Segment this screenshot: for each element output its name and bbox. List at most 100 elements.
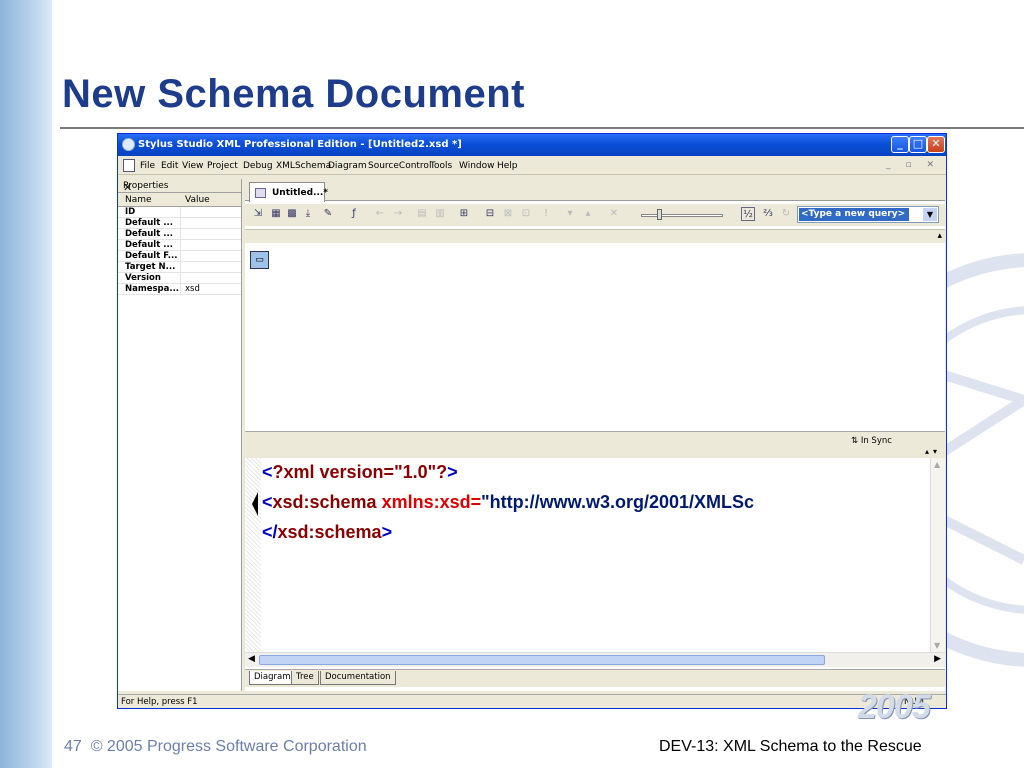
collapse-icon[interactable]: ⊠ [501, 207, 515, 221]
property-row[interactable]: Default F... [118, 251, 241, 262]
menu-diagram[interactable]: Diagram [328, 161, 367, 171]
slide-left-bar [0, 0, 52, 768]
scroll-left-icon[interactable]: ◀ [248, 654, 255, 664]
property-name: Version [125, 273, 161, 283]
property-name: Default ... [125, 240, 173, 250]
menu-file[interactable]: File [140, 161, 155, 171]
validate-icon[interactable]: ✎ [321, 207, 335, 221]
code-line-1[interactable]: <?xml version="1.0"?> [262, 462, 927, 483]
zoom-slider-knob[interactable] [657, 209, 662, 220]
minimize-button[interactable]: _ [891, 136, 909, 153]
mdi-controls[interactable]: _ ▫ ✕ [886, 160, 940, 170]
delete-icon[interactable]: ✕ [607, 207, 621, 221]
download-icon[interactable]: ⤓ [301, 207, 315, 221]
back-arrow-icon[interactable]: ← [373, 207, 387, 221]
tab-diagram[interactable]: Diagram [249, 671, 296, 685]
editor-margin [245, 458, 261, 652]
document-icon[interactable] [123, 159, 135, 172]
schema-root-node-icon[interactable]: ▭ [250, 251, 269, 269]
tab-tree[interactable]: Tree [291, 671, 319, 685]
forward-arrow-icon[interactable]: → [391, 207, 405, 221]
collapse-pane-icon[interactable]: ▴ [937, 231, 942, 241]
toolbar: ⇲ ▦ ▩ ⤓ ✎ ƒ ← → ▤ ▥ ⊞ ⊟ ⊠ ⊡ ! ▾ ▴ ✕ ½ ⅔ … [245, 204, 945, 226]
paste-icon[interactable]: ▥ [433, 207, 447, 221]
menu-sourcecontrol[interactable]: SourceControl [368, 161, 431, 171]
add-type-icon[interactable]: ▩ [285, 207, 299, 221]
property-name: Namespa... [125, 284, 180, 294]
pane-toggle-icon[interactable]: ▴▾ [925, 447, 941, 456]
chevron-down-icon[interactable]: ▼ [923, 208, 937, 221]
status-bar: For Help, press F1 NUM [118, 694, 946, 708]
property-row[interactable]: Namespa... xsd [118, 284, 241, 295]
refresh-icon[interactable]: ↻ [779, 207, 793, 221]
property-row[interactable]: Version [118, 273, 241, 284]
diagram-canvas[interactable]: ▭ [245, 243, 945, 429]
tab-documentation[interactable]: Documentation [320, 671, 396, 685]
property-name: Default ... [125, 218, 173, 228]
column-value[interactable]: Value [185, 195, 210, 205]
maximize-button[interactable]: □ [909, 136, 927, 153]
code-line-2[interactable]: <xsd:schema xmlns:xsd="http://www.w3.org… [262, 492, 927, 513]
exclaim-icon[interactable]: ! [539, 207, 553, 221]
menu-view[interactable]: View [182, 161, 203, 171]
vertical-scrollbar[interactable]: ▲ ▼ [930, 458, 945, 652]
function-icon[interactable]: ƒ [347, 207, 361, 221]
property-row[interactable]: Default ... [118, 240, 241, 251]
menu-debug[interactable]: Debug [243, 161, 273, 171]
code-token: xsd:schema [272, 492, 377, 512]
menu-help[interactable]: Help [497, 161, 518, 171]
property-row[interactable]: ID [118, 207, 241, 218]
property-row[interactable]: Default ... [118, 229, 241, 240]
column-name[interactable]: Name [125, 195, 152, 205]
page-number: 47 [64, 738, 82, 755]
code-token: </ [262, 522, 278, 542]
properties-header: Properties ✕ [118, 179, 241, 194]
property-value[interactable]: xsd [185, 284, 200, 294]
query-combobox[interactable]: <Type a new query> ▼ [797, 206, 939, 223]
expand-all-icon[interactable]: ⊟ [483, 207, 497, 221]
sync-status: ⇅ In Sync [851, 436, 892, 446]
editor-pane: Untitled...* ⇲ ▦ ▩ ⤓ ✎ ƒ ← → ▤ ▥ ⊞ ⊟ ⊠ ⊡… [245, 179, 945, 691]
property-row[interactable]: Default ... [118, 218, 241, 229]
diagram-header-bar: ▴ [245, 229, 945, 243]
window-titlebar[interactable]: Stylus Studio XML Professional Edition -… [118, 134, 946, 156]
menu-tools[interactable]: Tools [430, 161, 452, 171]
scroll-right-icon[interactable]: ▶ [934, 654, 941, 664]
code-token: "http://www.w3.org/2001/XMLSc [481, 492, 755, 512]
scrollbar-thumb[interactable] [259, 655, 825, 665]
zoom-slider[interactable] [641, 214, 723, 217]
copy-icon[interactable]: ▤ [415, 207, 429, 221]
code-line-3[interactable]: </xsd:schema> [262, 522, 927, 543]
add-node-icon[interactable]: ⇲ [251, 207, 265, 221]
group-icon[interactable]: ⊡ [519, 207, 533, 221]
menu-edit[interactable]: Edit [161, 161, 178, 171]
tab-untitled[interactable]: Untitled...* [249, 182, 328, 202]
tree-layout-icon[interactable]: ⊞ [457, 207, 471, 221]
horizontal-scrollbar[interactable]: ◀ ▶ [245, 652, 945, 667]
copyright: © 2005 Progress Software Corporation [90, 738, 367, 755]
code-token: > [447, 462, 458, 482]
menu-xmlschema[interactable]: XMLSchema [276, 161, 331, 171]
move-up-icon[interactable]: ▴ [581, 207, 595, 221]
menu-window[interactable]: Window [459, 161, 495, 171]
source-editor[interactable]: <?xml version="1.0"?> <xsd:schema xmlns:… [245, 458, 945, 667]
close-button[interactable]: ✕ [927, 136, 945, 153]
xpath-1-0-icon[interactable]: ½ [741, 207, 755, 221]
slide-footer-left: 47 © 2005 Progress Software Corporation [64, 738, 367, 756]
query-input[interactable]: <Type a new query> [799, 208, 909, 221]
view-tabs: Diagram Tree Documentation [245, 669, 945, 687]
session-title: DEV-13: XML Schema to the Rescue [659, 738, 922, 755]
xpath-2-0-icon[interactable]: ⅔ [761, 207, 775, 221]
menu-bar: File Edit View Project Debug XMLSchema D… [118, 156, 946, 175]
add-element-icon[interactable]: ▦ [269, 207, 283, 221]
year-logo: 2005 [858, 688, 931, 726]
menu-project[interactable]: Project [207, 161, 238, 171]
property-name: ID [125, 207, 136, 217]
pane-splitter[interactable]: ⇅ In Sync [245, 431, 945, 449]
property-name: Target N... [125, 262, 176, 272]
move-down-icon[interactable]: ▾ [563, 207, 577, 221]
code-token: < [262, 492, 273, 512]
properties-panel: Properties ✕ Name Value ID Default ... D… [118, 179, 242, 691]
property-row[interactable]: Target N... [118, 262, 241, 273]
document-tabstrip: Untitled...* [245, 179, 945, 202]
